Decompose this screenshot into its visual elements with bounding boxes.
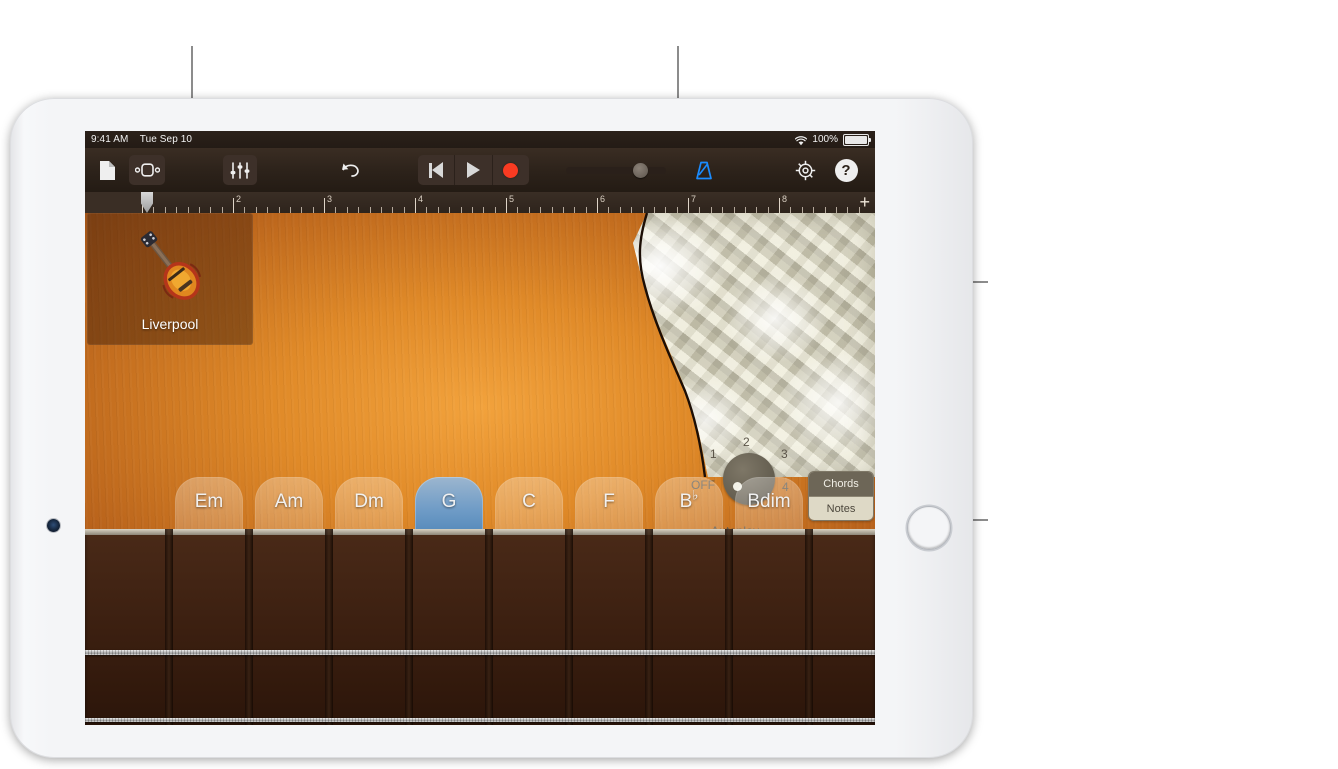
add-track-button[interactable]: + (859, 193, 870, 211)
ruler-bar-number: 2 (236, 194, 242, 204)
autoplay-position-2: 2 (743, 435, 750, 449)
metronome-button[interactable] (689, 155, 719, 185)
ipad-device: 9:41 AM Tue Sep 10 100% ? 2 3 4 5 6 7 8 … (10, 98, 973, 758)
ruler-bar-number: 7 (691, 194, 697, 204)
record-icon (503, 162, 519, 178)
ruler-bar-number: 6 (600, 194, 606, 204)
ruler-tick-major (506, 198, 507, 213)
ruler-bar-number: 5 (509, 194, 515, 204)
transport-controls (418, 155, 529, 185)
chord-label: Am (274, 491, 304, 512)
ruler-tick-major (324, 198, 325, 213)
battery-percent-label: 100% (812, 134, 838, 145)
battery-full-icon (843, 133, 871, 146)
fret (485, 529, 493, 725)
ruler-bar-number: 4 (418, 194, 424, 204)
status-bar-left: 9:41 AM Tue Sep 10 (91, 131, 192, 148)
wifi-icon (795, 135, 808, 145)
undo-button[interactable] (334, 155, 366, 185)
bass-string[interactable] (85, 718, 875, 722)
play-button[interactable] (455, 155, 491, 185)
help-button[interactable]: ? (831, 155, 861, 185)
ruler-tick-major (415, 198, 416, 213)
fret (645, 529, 653, 725)
ipad-screen: 9:41 AM Tue Sep 10 100% ? 2 3 4 5 6 7 8 … (85, 131, 875, 725)
ruler-bar-number: 3 (327, 194, 333, 204)
fret (405, 529, 413, 725)
front-camera-icon (47, 519, 60, 532)
fret (805, 529, 813, 725)
play-icon (466, 162, 480, 178)
fret (245, 529, 253, 725)
record-button[interactable] (493, 155, 529, 185)
chord-label: Dm (354, 491, 384, 512)
instrument-card-label: Liverpool (141, 316, 199, 332)
fretboard (85, 529, 875, 725)
timeline-ruler[interactable]: 12345678 + (85, 192, 875, 213)
chord-label: G (441, 491, 457, 512)
status-date: Tue Sep 10 (139, 134, 193, 145)
toolbar: ? (85, 148, 875, 192)
ruler-tick-major (779, 198, 780, 213)
ruler-tick-major (597, 198, 598, 213)
ruler-tick-major (233, 198, 234, 213)
home-button[interactable] (907, 506, 951, 550)
settings-button[interactable] (790, 155, 820, 185)
fret (565, 529, 573, 725)
go-to-beginning-icon (429, 162, 444, 178)
master-volume-slider[interactable] (566, 163, 666, 178)
my-songs-button[interactable] (92, 155, 122, 185)
ruler-bar-number: 8 (782, 194, 788, 204)
status-bar-right: 100% (795, 131, 871, 148)
go-to-beginning-button[interactable] (418, 155, 454, 185)
chord-label: Em (194, 491, 224, 512)
nut (85, 529, 875, 535)
autoplay-position-3: 3 (781, 447, 788, 461)
autoplay-position-1: 1 (710, 447, 717, 461)
status-time: 9:41 AM (91, 134, 129, 145)
chord-label: F (603, 491, 615, 512)
bass-guitar-icon (140, 231, 201, 300)
fret (165, 529, 173, 725)
track-view-button[interactable] (129, 155, 165, 185)
fret (725, 529, 733, 725)
smart-bass-instrument: Liverpool OFF 1 2 3 4 Autoplay Chords (85, 213, 875, 725)
illustration-stage: 9:41 AM Tue Sep 10 100% ? 2 3 4 5 6 7 8 … (0, 0, 1338, 769)
flat-symbol: ♭ (692, 487, 699, 503)
fret (325, 529, 333, 725)
chord-label: C (522, 491, 536, 512)
instrument-card[interactable]: Liverpool (87, 213, 253, 345)
bass-string[interactable] (85, 650, 875, 655)
status-bar: 9:41 AM Tue Sep 10 100% (85, 131, 875, 148)
chord-label: Bdim (747, 491, 791, 512)
mixer-controls-button[interactable] (223, 155, 257, 185)
chord-label: B♭ (679, 487, 699, 512)
volume-slider-thumb[interactable] (633, 163, 648, 178)
ruler-left-margin (85, 192, 142, 213)
ruler-tick-major (688, 198, 689, 213)
help-icon: ? (834, 158, 858, 182)
